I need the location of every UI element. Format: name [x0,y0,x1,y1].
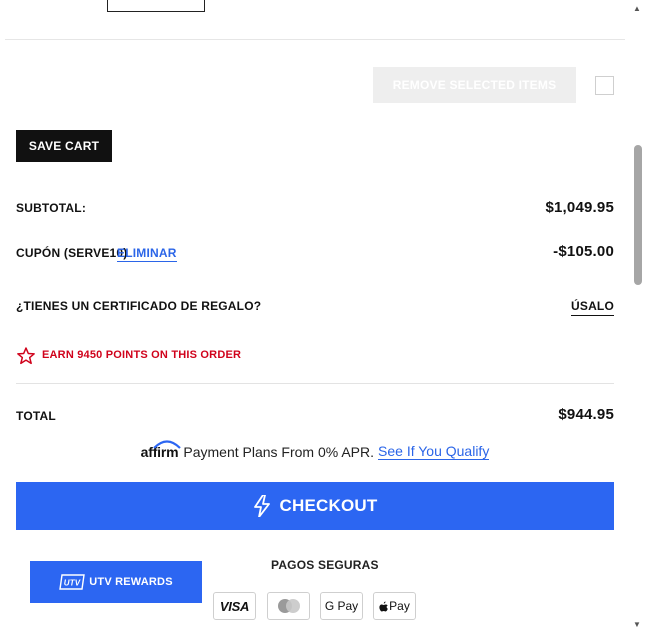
affirm-logo: affirm [141,440,181,460]
affirm-promo: affirm Payment Plans From 0% APR. See If… [0,440,630,460]
affirm-arc-icon [152,440,181,449]
scroll-down-arrow-icon[interactable]: ▼ [632,620,642,630]
coupon-value: -$105.00 [553,243,614,260]
select-all-checkbox[interactable] [595,76,614,95]
checkout-button[interactable]: CHECKOUT [16,482,614,530]
lightning-bolt-icon [253,495,270,517]
coupon-label: CUPÓN (SERVE10) [16,246,128,260]
utv-logo-icon: UTV [59,574,86,590]
affirm-text: Payment Plans From 0% APR. [183,444,375,460]
scrollbar-thumb[interactable] [634,145,642,285]
rewards-label: UTV REWARDS [89,576,173,588]
svg-text:UTV: UTV [64,579,81,588]
affirm-qualify-link[interactable]: See If You Qualify [378,443,490,460]
quantity-field[interactable] [107,0,205,12]
visa-icon: VISA [213,592,256,620]
secure-payments-label: PAGOS SEGURAS [271,558,379,572]
top-divider [5,39,625,40]
save-cart-button[interactable]: SAVE CART [16,130,112,162]
star-icon [17,347,35,365]
total-value: $944.95 [558,406,614,423]
subtotal-value: $1,049.95 [545,199,614,216]
points-earn-text: EARN 9450 POINTS ON THIS ORDER [42,349,242,361]
gift-certificate-link[interactable]: ÚSALO [571,299,614,316]
coupon-remove-link[interactable]: ELIMINAR [117,246,177,262]
subtotal-label: SUBTOTAL: [16,201,87,215]
google-pay-icon: G Pay [320,592,363,620]
total-label: TOTAL [16,409,56,423]
scroll-up-arrow-icon[interactable]: ▲ [632,4,642,14]
checkout-label: CHECKOUT [279,496,378,515]
apple-pay-icon: Pay [373,592,416,620]
summary-divider [16,383,614,384]
gift-certificate-label: ¿TIENES UN CERTIFICADO DE REGALO? [16,299,262,313]
utv-rewards-button[interactable]: UTV UTV REWARDS [30,561,202,603]
remove-selected-button[interactable]: Remove selected items [373,67,576,103]
mastercard-icon [267,592,310,620]
